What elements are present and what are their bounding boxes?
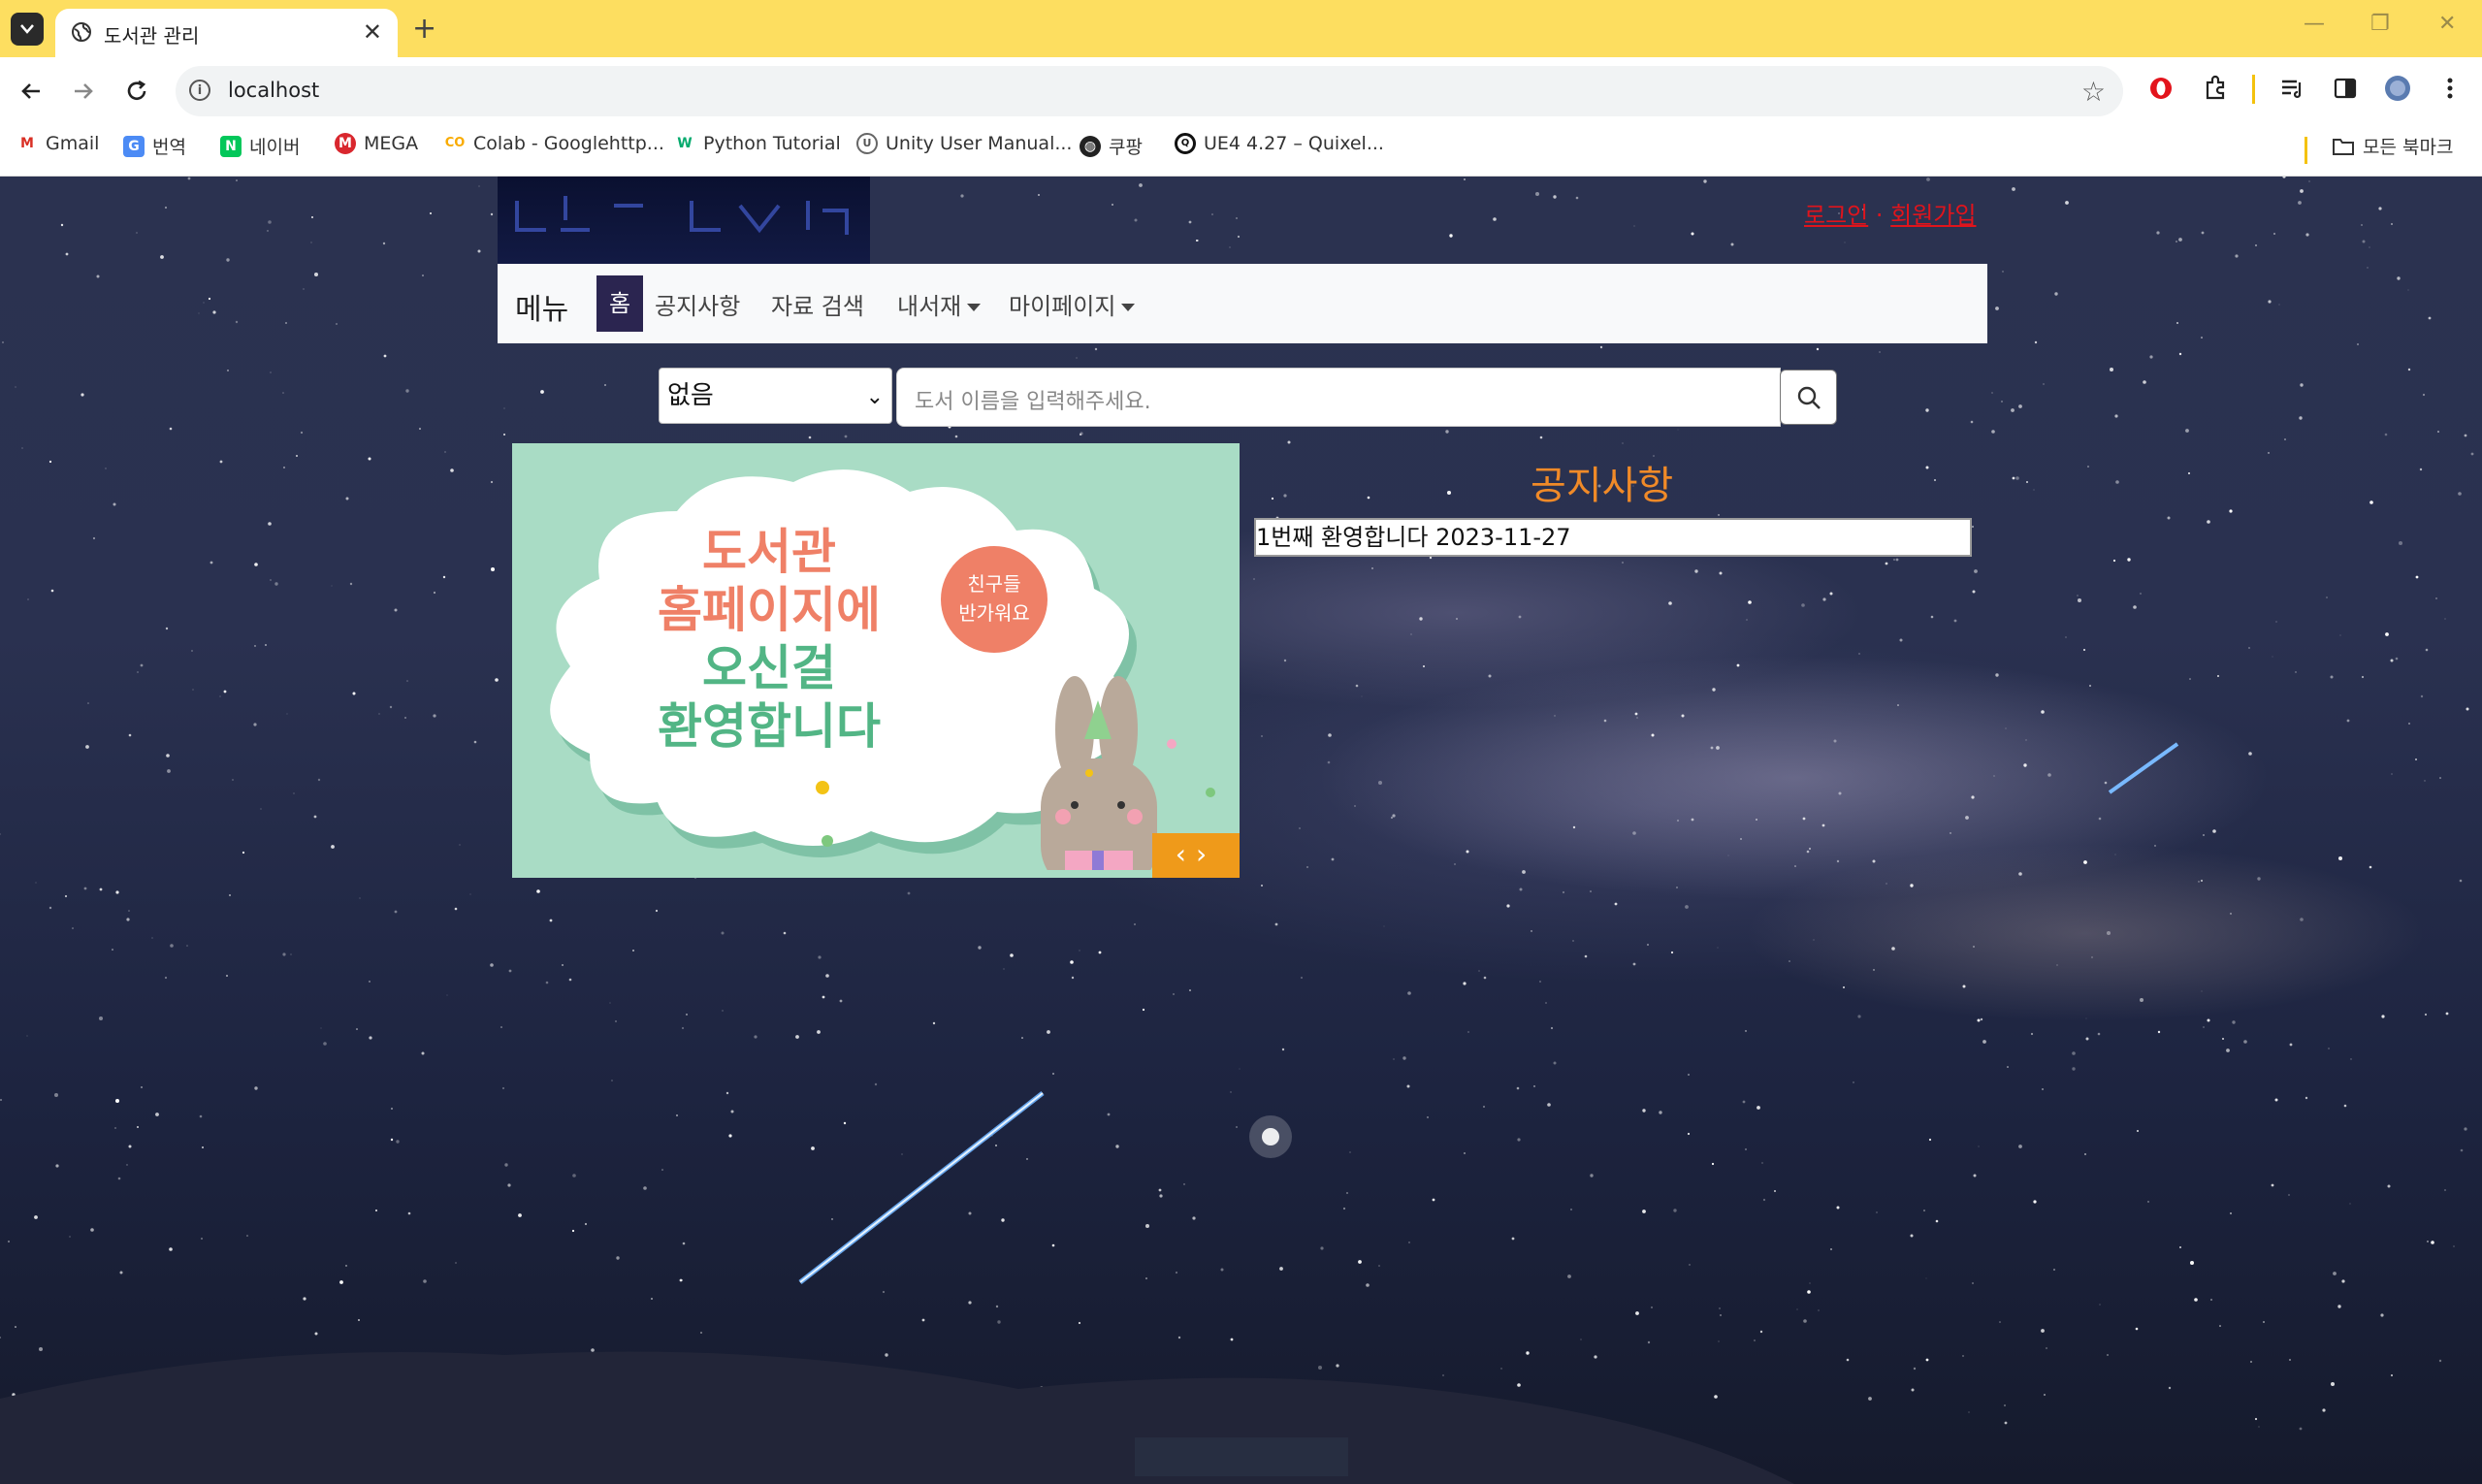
globe-icon: ◍ [1080, 135, 1101, 157]
globe-icon [72, 22, 91, 42]
bookmark-naver[interactable]: N 네이버 [220, 133, 300, 159]
nav-my-library-dropdown[interactable]: 내서재 [897, 287, 982, 321]
quixel-icon: Q [1175, 133, 1196, 154]
window-close-icon[interactable]: ✕ [2438, 12, 2456, 36]
browser-tab[interactable]: 도서관 관리 ✕ [55, 9, 398, 57]
notice-list-item[interactable]: 1번째 환영합니다 2023-11-27 [1254, 518, 1972, 557]
divider [2305, 137, 2307, 164]
navbar-brand[interactable]: 메뉴 [515, 285, 568, 328]
tab-title: 도서관 관리 [104, 24, 200, 48]
bookmark-coupang[interactable]: ◍ 쿠팡 [1080, 133, 1143, 159]
bookmark-colab[interactable]: CO Colab - Googlehttp... [444, 133, 664, 154]
search-category-select[interactable]: 없음 ⌄ [659, 368, 892, 424]
bookmark-gmail[interactable]: M Gmail [16, 133, 99, 154]
gmail-icon: M [16, 133, 38, 154]
bookmark-star-icon[interactable]: ☆ [2081, 76, 2106, 108]
main-navbar: 메뉴 홈 공지사항 자료 검색 내서재 마이페이지 [498, 264, 1987, 343]
opera-icon[interactable] [2147, 75, 2175, 102]
colab-icon: CO [444, 133, 466, 154]
more-menu-icon[interactable] [2436, 75, 2464, 102]
auth-links: 로그인 · 회원가입 [1804, 202, 1977, 229]
notice-section-title: 공지사항 [1531, 464, 1674, 508]
bookmark-mega[interactable]: M MEGA [335, 133, 418, 154]
banner-headline: 도서관 홈페이지에 오신걸 환영합니다 [658, 524, 881, 755]
search-button[interactable] [1780, 370, 1837, 425]
bookmark-unity-manual[interactable]: U Unity User Manual... [856, 133, 1072, 154]
carousel-next-icon[interactable]: › [1196, 838, 1216, 870]
back-icon[interactable] [16, 77, 46, 106]
bookmarks-bar: M Gmail G 번역 N 네이버 M MEGA CO Colab - Goo… [0, 125, 2482, 177]
folder-icon [2333, 138, 2354, 155]
translate-icon: G [123, 135, 145, 157]
unity-icon: U [856, 133, 878, 154]
book-search-input[interactable]: 도서 이름을 입력해주세요. [896, 368, 1781, 427]
restore-icon[interactable]: ❐ [2370, 12, 2390, 36]
info-icon[interactable]: i [189, 80, 210, 101]
address-bar[interactable]: i localhost ☆ [176, 66, 2123, 116]
new-tab-icon[interactable]: + [412, 12, 436, 46]
site-logo[interactable] [498, 177, 870, 264]
naver-icon: N [220, 135, 242, 157]
search-icon [1797, 386, 1821, 409]
side-panel-icon[interactable] [2332, 75, 2359, 102]
extensions-icon[interactable] [2202, 75, 2229, 102]
chevron-down-icon [20, 24, 34, 34]
page-viewport: 로그인 · 회원가입 메뉴 홈 공지사항 자료 검색 내서재 마이페이지 없음 … [0, 177, 2482, 1484]
browser-toolbar: i localhost ☆ [0, 57, 2482, 125]
bookmark-translate[interactable]: G 번역 [123, 133, 186, 159]
bookmark-quixel[interactable]: Q UE4 4.27 – Quixel... [1175, 133, 1384, 154]
reload-icon[interactable] [122, 77, 151, 106]
login-link[interactable]: 로그인 [1804, 202, 1868, 229]
nav-home[interactable]: 홈 [596, 275, 643, 332]
caret-down-icon [1121, 304, 1136, 311]
chevron-down-icon: ⌄ [865, 385, 884, 409]
mega-icon: M [335, 133, 356, 154]
nav-search[interactable]: 자료 검색 [771, 287, 864, 321]
carousel-controls: ‹› [1152, 833, 1240, 878]
carousel-prev-icon[interactable]: ‹ [1176, 838, 1196, 870]
minimize-icon[interactable]: — [2304, 12, 2325, 36]
divider [2252, 75, 2255, 104]
close-icon[interactable]: ✕ [363, 18, 382, 46]
media-control-icon[interactable] [2279, 75, 2306, 102]
signup-link[interactable]: 회원가입 [1890, 202, 1976, 229]
nav-my-page-dropdown[interactable]: 마이페이지 [1009, 287, 1136, 321]
nav-notice[interactable]: 공지사항 [655, 287, 740, 321]
bookmark-python-tutorial[interactable]: W Python Tutorial [674, 133, 841, 154]
caret-down-icon [967, 304, 982, 311]
greeting-bubble: 친구들 반가워요 [941, 546, 1048, 653]
forward-icon[interactable] [69, 77, 98, 106]
tab-search-button[interactable] [11, 13, 44, 46]
url-text: localhost [228, 79, 320, 102]
welcome-banner-carousel[interactable]: 도서관 홈페이지에 오신걸 환영합니다 친구들 반가워요 ‹› [512, 443, 1240, 878]
w3-icon: W [674, 133, 695, 154]
browser-tab-bar: 도서관 관리 ✕ + — ❐ ✕ [0, 0, 2482, 57]
all-bookmarks-folder[interactable]: 모든 북마크 [2332, 133, 2453, 159]
profile-avatar-icon[interactable] [2384, 75, 2411, 102]
